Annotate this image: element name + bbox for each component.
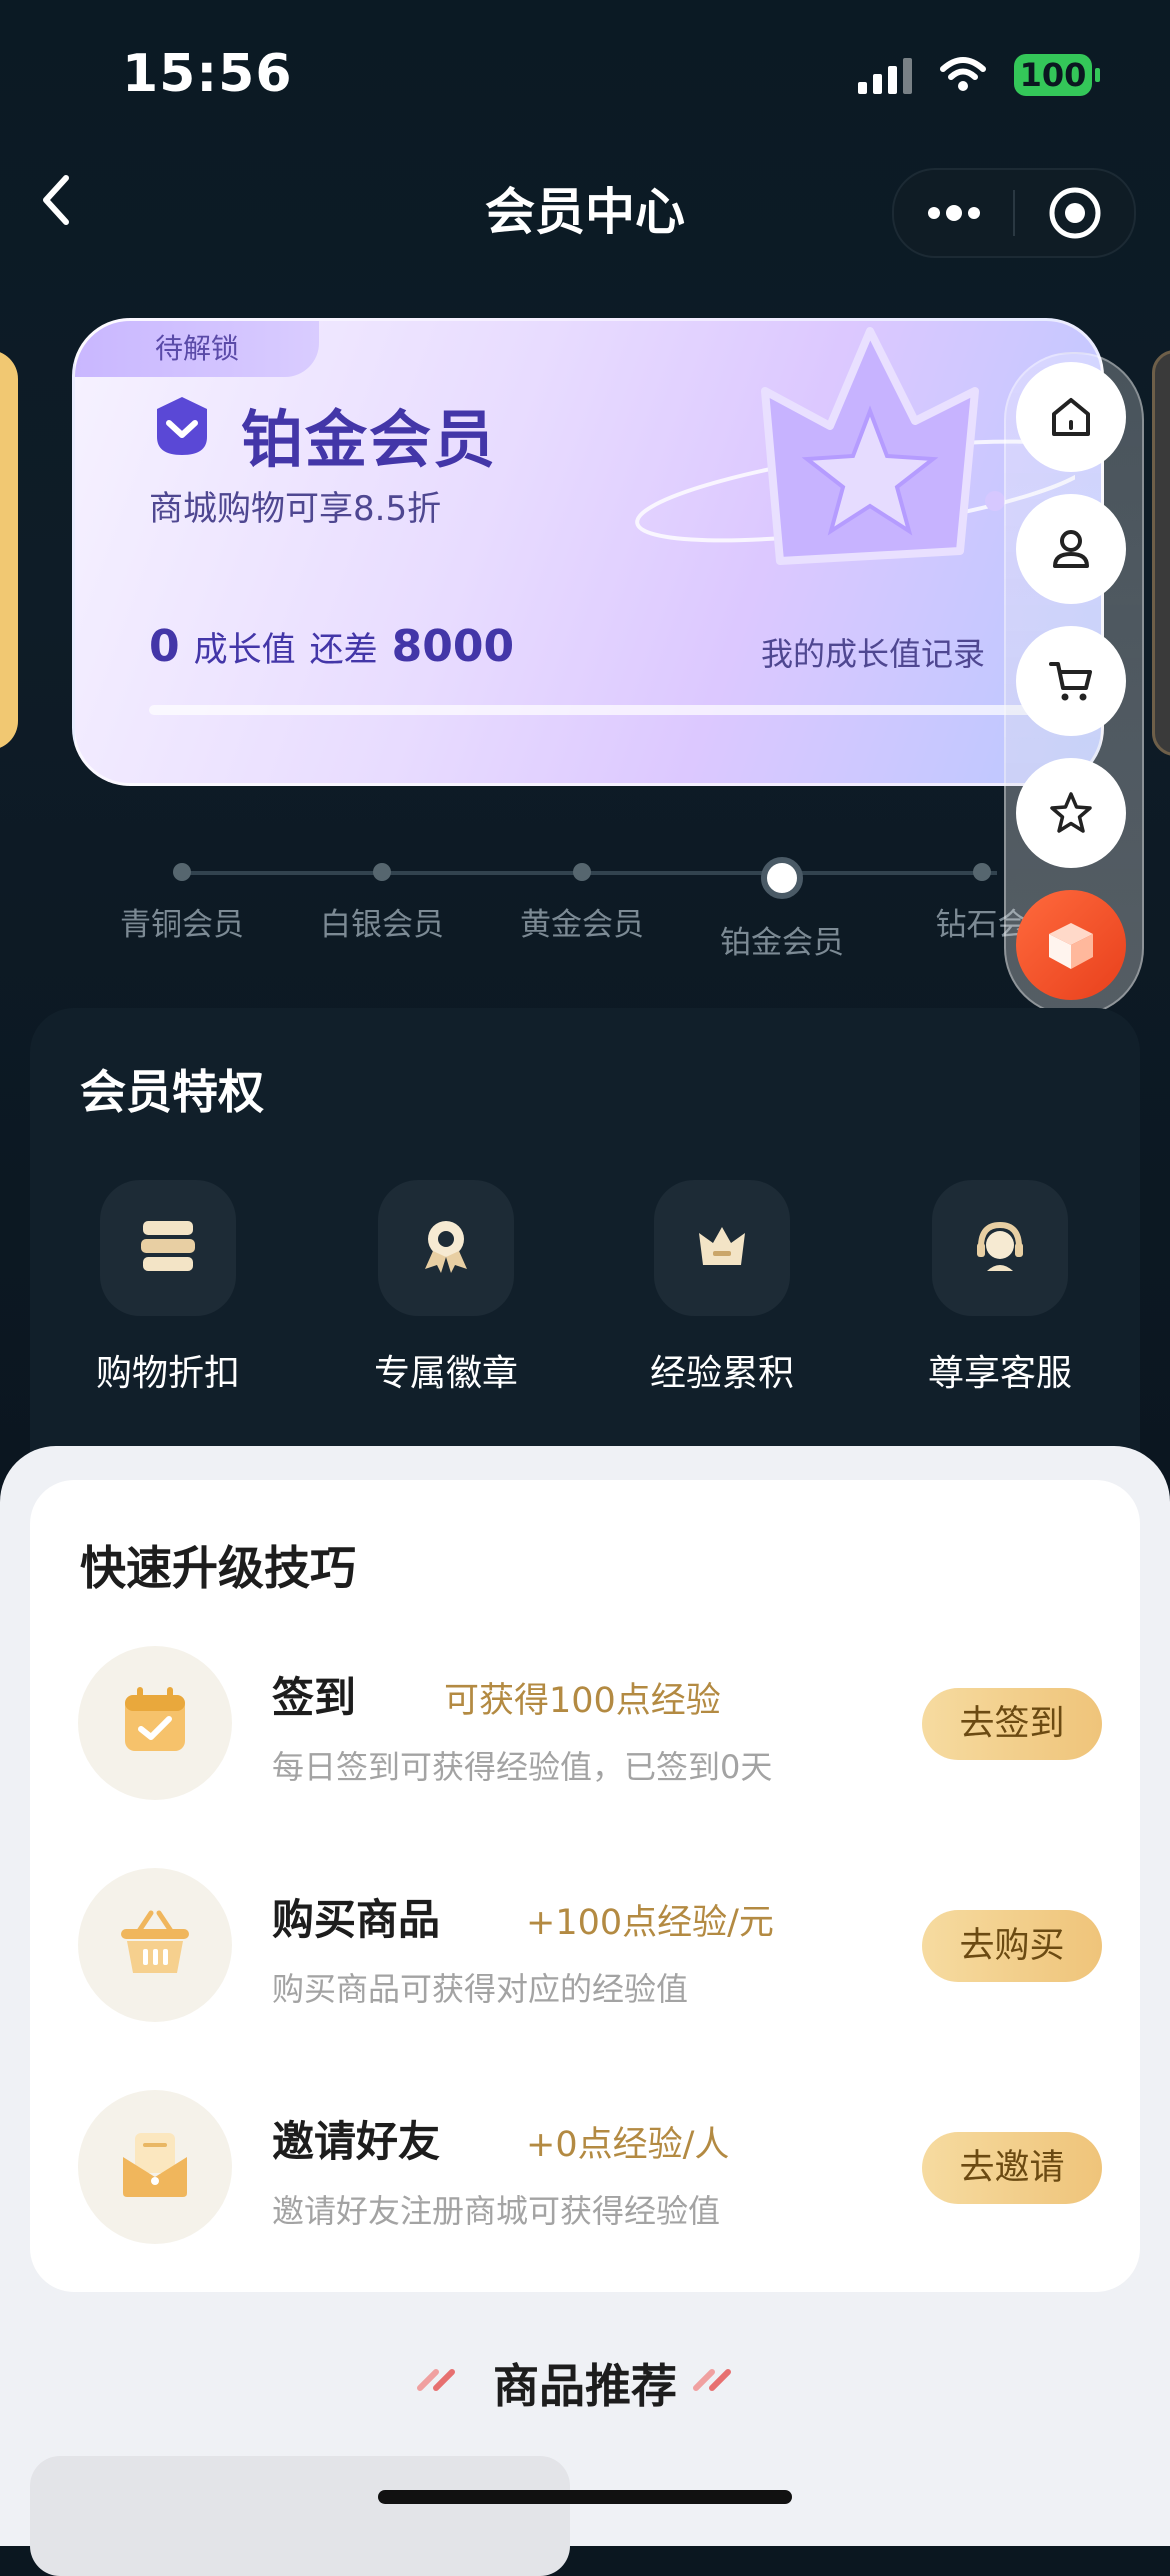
privilege-item[interactable]: 尊享客服 [890, 1180, 1110, 1396]
star-icon [1050, 792, 1092, 833]
platinum-badge-icon [157, 397, 207, 455]
privilege-icon-box [100, 1180, 236, 1316]
task-description: 购买商品可获得对应的经验值 [272, 1970, 689, 2008]
upgrade-task: 邀请好友 +0点经验/人邀请好友注册商城可获得经验值 去邀请 [78, 2090, 1118, 2250]
tier-title: 铂金会员 [241, 403, 498, 476]
more-dots-icon [927, 205, 980, 221]
medal-icon [411, 1211, 481, 1285]
task-reward: 可获得100点经验 [444, 1681, 721, 1721]
float-favorite-button[interactable] [1016, 758, 1126, 868]
tier-name: 黄金会员 [520, 907, 644, 943]
product-card[interactable] [30, 2456, 570, 2576]
task-icon-circle [78, 1868, 232, 2022]
signal-icon [858, 56, 912, 94]
task-name: 购买商品 [272, 1895, 441, 1944]
member-tier-card[interactable]: 待解锁 铂金会员 商城购物可享8.5折 0 成长值 还差 8000 我的成长值记… [72, 318, 1104, 786]
tier-dot [173, 863, 191, 881]
task-icon-circle [78, 1646, 232, 1800]
locked-tag: 待解锁 [75, 321, 319, 377]
upgrade-tips-title: 快速升级技巧 [80, 1541, 356, 1595]
float-cart-button[interactable] [1016, 626, 1126, 736]
tier-name: 铂金会员 [720, 925, 844, 961]
task-reward: +0点经验/人 [526, 2125, 730, 2165]
tier-dot [761, 857, 803, 899]
tier-dot [373, 863, 391, 881]
gap-value: 8000 [391, 621, 515, 672]
float-profile-button[interactable] [1016, 494, 1126, 604]
envelope-icon [113, 2123, 197, 2211]
privilege-item[interactable]: 专属徽章 [336, 1180, 556, 1396]
privilege-label: 经验累积 [649, 1353, 794, 1394]
privilege-label: 尊享客服 [927, 1353, 1072, 1394]
tier-step[interactable]: 铂金会员 [682, 855, 882, 962]
task-name: 签到 [272, 1673, 357, 1722]
recommend-title: 商品推荐 [493, 2359, 677, 2413]
tier-name: 白银会员 [320, 907, 444, 943]
growth-record-link[interactable]: 我的成长值记录 [761, 629, 985, 675]
tier-dot [973, 863, 991, 881]
task-action-button[interactable]: 去签到 [922, 1688, 1102, 1760]
crown-icon [687, 1211, 757, 1285]
cart-icon [1049, 662, 1092, 701]
status-time: 15:56 [122, 44, 293, 104]
task-description: 每日签到可获得经验值，已签到0天 [272, 1748, 773, 1786]
basket-icon [113, 1901, 197, 1989]
wifi-icon [940, 57, 986, 91]
target-icon [1049, 187, 1100, 239]
privilege-item[interactable]: 经验累积 [612, 1180, 832, 1396]
tier-step[interactable]: 青铜会员 [82, 855, 282, 944]
home-icon [1052, 398, 1090, 436]
upgrade-task: 购买商品 +100点经验/元购买商品可获得对应的经验值 去购买 [78, 1868, 1118, 2028]
ticket-icon [133, 1211, 203, 1285]
cube-icon [1049, 923, 1093, 969]
battery-indicator: 100 [1014, 54, 1100, 96]
privileges-title: 会员特权 [80, 1065, 264, 1119]
tier-dot [573, 863, 591, 881]
privilege-icon-box [654, 1180, 790, 1316]
headset-icon [965, 1211, 1035, 1285]
growth-summary: 0 成长值 还差 8000 [149, 621, 514, 672]
task-action-button[interactable]: 去购买 [922, 1910, 1102, 1982]
upgrade-task: 签到 可获得100点经验每日签到可获得经验值，已签到0天 去签到 [78, 1646, 1118, 1806]
next-tier-card[interactable] [1152, 350, 1170, 756]
gap-label: 还差 [309, 630, 378, 670]
decor-right-icon [693, 2369, 731, 2391]
growth-value: 0 [149, 621, 180, 672]
float-home-button[interactable] [1016, 362, 1126, 472]
user-icon [1053, 530, 1089, 568]
tier-step[interactable]: 白银会员 [282, 855, 482, 944]
status-icons: 100 [858, 54, 1100, 96]
privilege-icon-box [378, 1180, 514, 1316]
tier-benefit: 商城购物可享8.5折 [149, 489, 442, 529]
growth-progress-track [149, 705, 1049, 715]
tier-step[interactable]: 黄金会员 [482, 855, 682, 944]
more-button[interactable] [894, 170, 1013, 256]
close-mini-program-button[interactable] [1015, 170, 1134, 256]
privilege-icon-box [932, 1180, 1068, 1316]
home-indicator [378, 2490, 792, 2504]
task-name: 邀请好友 [272, 2117, 441, 2166]
task-action-button[interactable]: 去邀请 [922, 2132, 1102, 2204]
task-reward: +100点经验/元 [526, 1903, 774, 1943]
float-cube-button[interactable] [1016, 890, 1126, 1000]
privilege-item[interactable]: 购物折扣 [58, 1180, 278, 1396]
task-description: 邀请好友注册商城可获得经验值 [272, 2192, 721, 2230]
growth-label: 成长值 [193, 630, 296, 670]
tier-name: 青铜会员 [120, 907, 244, 943]
task-icon-circle [78, 2090, 232, 2244]
privilege-label: 购物折扣 [95, 1353, 240, 1394]
calendar-check-icon [113, 1679, 197, 1767]
previous-tier-card[interactable] [0, 350, 18, 750]
mini-program-capsule [892, 168, 1136, 258]
privilege-label: 专属徽章 [373, 1353, 518, 1394]
